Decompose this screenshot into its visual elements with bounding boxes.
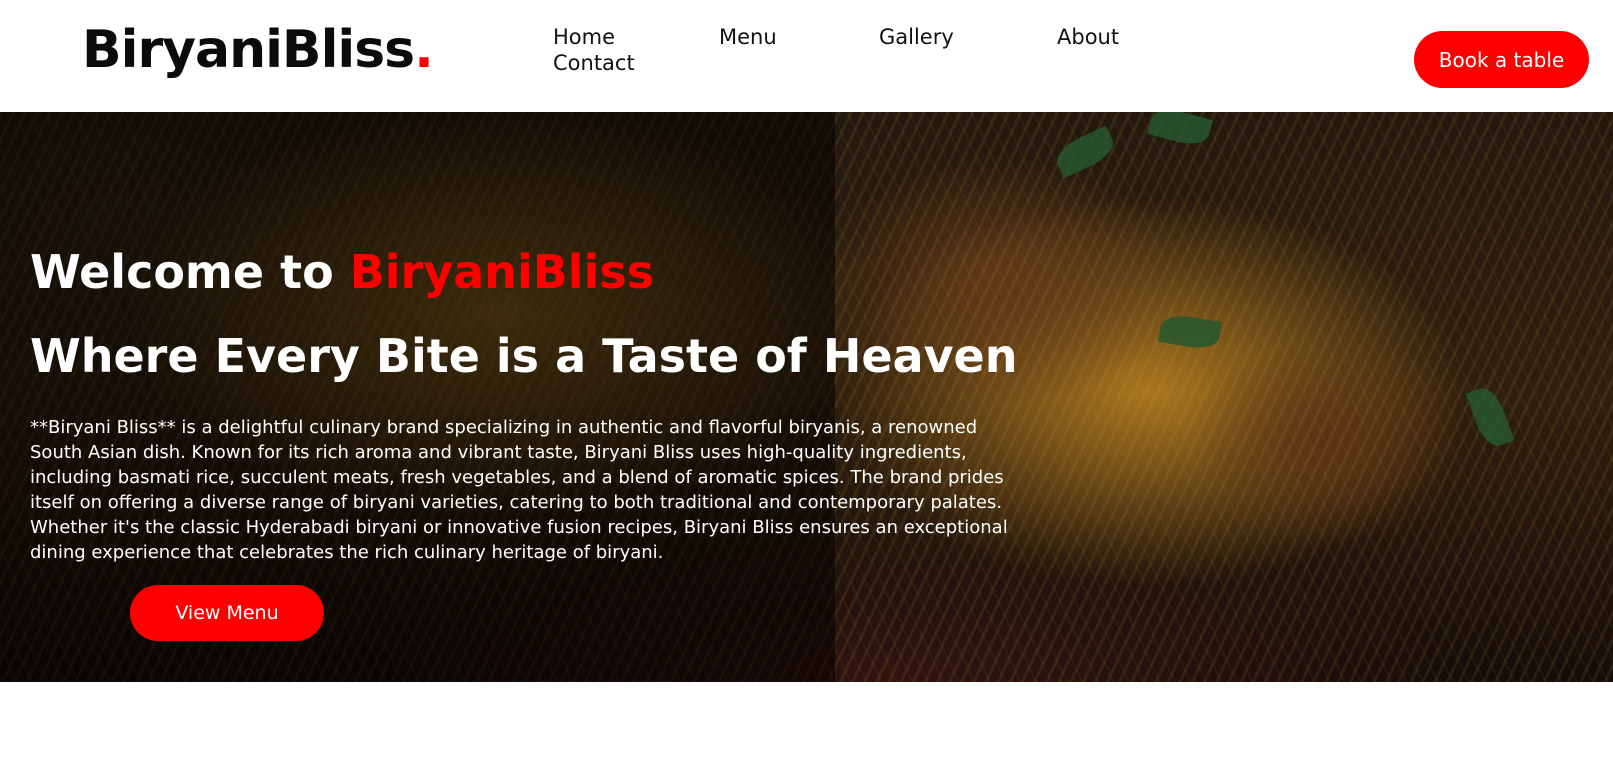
- nav-link-menu[interactable]: Menu: [719, 25, 777, 49]
- hero-tagline: Where Every Bite is a Taste of Heaven: [30, 329, 1018, 383]
- nav-link-gallery[interactable]: Gallery: [879, 25, 954, 49]
- nav-link-home[interactable]: Home: [553, 25, 615, 49]
- nav-link-contact[interactable]: Contact: [553, 51, 635, 75]
- welcome-prefix: Welcome to: [30, 245, 350, 299]
- logo-dot: .: [414, 20, 434, 80]
- logo-text: BiryaniBliss: [82, 20, 415, 80]
- nav-link-about[interactable]: About: [1057, 25, 1119, 49]
- hero-description: **Biryani Bliss** is a delightful culina…: [30, 417, 1008, 563]
- hero-section: Welcome to BiryaniBliss Where Every Bite…: [0, 112, 1613, 682]
- book-table-button[interactable]: Book a table: [1414, 31, 1589, 88]
- hero-welcome-heading: Welcome to BiryaniBliss: [30, 245, 654, 299]
- hero-dark-overlay: [0, 112, 835, 682]
- site-header: BiryaniBliss. Home Menu Gallery About Co…: [0, 0, 1613, 112]
- hero-light-overlay: [835, 112, 1613, 682]
- view-menu-button[interactable]: View Menu: [130, 585, 324, 641]
- site-logo[interactable]: BiryaniBliss.: [82, 20, 434, 80]
- welcome-brand: BiryaniBliss: [349, 245, 655, 299]
